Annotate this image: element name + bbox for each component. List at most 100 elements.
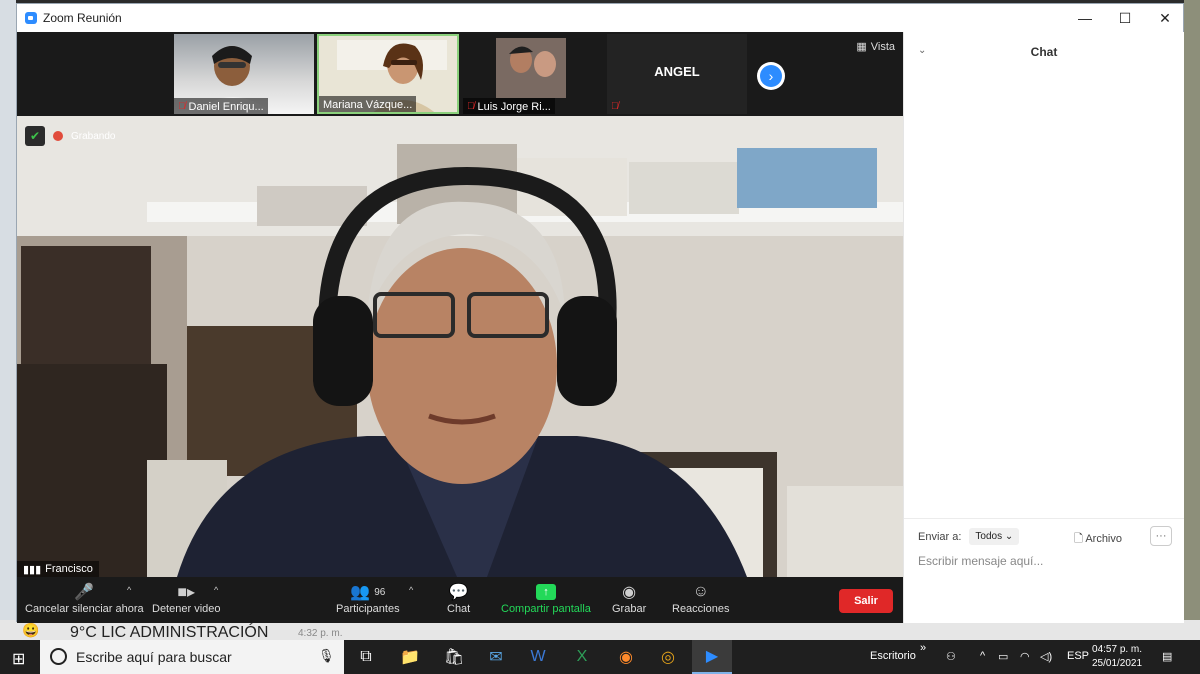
word-icon[interactable]: W — [518, 640, 558, 674]
participant-name: Luis Jorge Ri... — [477, 100, 551, 113]
hidden-icons-chevron-icon[interactable]: ^ — [980, 650, 985, 662]
send-to-dropdown[interactable]: Todos ⌄ — [969, 528, 1020, 545]
store-icon[interactable]: 🛍 — [434, 640, 474, 674]
cortana-icon — [50, 648, 67, 665]
record-dot-icon — [53, 131, 63, 141]
task-view-icon[interactable]: ⧉ — [346, 640, 386, 674]
maximize-button[interactable]: ☐ — [1105, 4, 1145, 32]
close-button[interactable]: ✕ — [1145, 4, 1185, 32]
stop-video-button[interactable]: ■▸ Detener video — [152, 581, 221, 615]
participants-button[interactable]: 👥 96 Participantes — [336, 581, 400, 615]
chevron-right-icon: › — [760, 65, 782, 87]
record-icon: ◉ — [622, 584, 637, 601]
minimize-button[interactable]: — — [1065, 4, 1105, 32]
chat-divider — [904, 518, 1184, 519]
participants-label: Participantes — [336, 603, 400, 615]
window-title: Zoom Reunión — [43, 11, 122, 25]
emoji-icon: 😀 — [22, 622, 40, 638]
firefox-icon[interactable]: ◉ — [606, 640, 646, 674]
excel-icon[interactable]: X — [562, 640, 602, 674]
view-button[interactable]: ▦ Vista — [856, 40, 895, 54]
windows-start-icon[interactable]: ⊞ — [12, 649, 25, 669]
battery-icon[interactable]: ▭ — [998, 650, 1008, 663]
unmute-label: Cancelar silenciar ahora — [25, 603, 144, 615]
participant-name-tag: Mariana Vázque... — [319, 96, 417, 112]
unmute-button[interactable]: 🎤 Cancelar silenciar ahora — [25, 581, 144, 615]
search-placeholder: Escribe aquí para buscar — [76, 649, 232, 665]
zoom-logo-icon — [25, 12, 37, 24]
notification-text: 9°C LIC ADMINISTRACIÓN — [70, 624, 269, 640]
grid-icon: ▦ — [856, 41, 867, 53]
mic-muted-icon: 🎙̸ — [467, 101, 475, 112]
participants-icon: 👥 96 — [350, 584, 386, 601]
leave-button[interactable]: Salir — [839, 589, 893, 613]
clock-time: 04:57 p. m. — [1092, 644, 1143, 655]
speaker-name-tag: ▮▮▮ Francisco — [17, 561, 99, 577]
participant-name-tag: 🎙̸ — [607, 98, 626, 114]
mail-icon[interactable]: ✉ — [476, 640, 516, 674]
toolbar-expand-icon[interactable]: » — [920, 642, 926, 654]
windows-taskbar: ⊞ Escribe aquí para buscar 🎙 ⧉ 📁 🛍 ✉ W X… — [0, 640, 1200, 674]
desktop-toolbar[interactable]: Escritorio — [870, 650, 916, 662]
notifications-icon[interactable]: ▤ — [1162, 650, 1172, 663]
mic-muted-icon: 🎤 — [74, 584, 95, 601]
chat-title: Chat — [1030, 45, 1058, 59]
participant-name-tag: 🎙̸ Luis Jorge Ri... — [463, 98, 555, 114]
participant-name-tag: 🎙̸ Daniel Enriqu... — [174, 98, 268, 114]
people-icon[interactable]: ⚇ — [946, 650, 956, 663]
video-camera-icon: ■▸ — [177, 584, 196, 601]
taskbar-search[interactable]: Escribe aquí para buscar 🎙 — [40, 640, 344, 674]
taskbar-clock[interactable]: 04:57 p. m. 25/01/2021 — [1092, 643, 1142, 671]
chat-message-input[interactable]: Escribir mensaje aquí... — [918, 554, 1043, 568]
main-speaker-video: ✔ Grabando ▮▮▮ Francisco — [17, 116, 903, 577]
participants-options-caret[interactable]: ^ — [409, 585, 413, 595]
participant-name: Mariana Vázque... — [323, 98, 413, 111]
chat-label: Chat — [447, 603, 471, 615]
participant-thumb-no-video[interactable]: ANGEL 🎙̸ — [607, 34, 747, 114]
file-icon: 🗋 — [1074, 533, 1083, 545]
recording-indicator: ✔ Grabando — [25, 126, 115, 146]
more-options-button[interactable]: ··· — [1150, 526, 1172, 546]
desktop-background-right — [1184, 0, 1200, 640]
send-to-label: Enviar a: — [918, 530, 962, 543]
file-button[interactable]: 🗋 Archivo — [1074, 530, 1122, 549]
signal-bars-icon: ▮▮▮ — [23, 563, 42, 576]
share-screen-button[interactable]: ↑ Compartir pantalla — [501, 581, 591, 615]
record-button[interactable]: ◉ Grabar — [612, 581, 646, 615]
chat-panel: ⌄ Chat Enviar a: Todos ⌄ 🗋 Archivo ··· E… — [903, 32, 1184, 623]
chat-bubble-icon: 💬 — [448, 584, 469, 601]
wifi-icon[interactable]: ◠ — [1020, 650, 1030, 663]
recording-label: Grabando — [71, 130, 116, 142]
meeting-toolbar: 🎤 Cancelar silenciar ahora ^ ■▸ Detener … — [17, 577, 903, 623]
participant-thumb[interactable]: 🎙̸ Daniel Enriqu... — [174, 34, 314, 114]
notification-time: 4:32 p. m. — [298, 628, 343, 639]
zoom-taskbar-icon[interactable]: ▶ — [692, 640, 732, 674]
chrome-icon[interactable]: ◎ — [648, 640, 688, 674]
mic-muted-icon: 🎙̸ — [611, 101, 619, 112]
meeting-area: 🎙̸ Daniel Enriqu... Mariana Vázque... 🎙̸… — [17, 32, 903, 623]
participants-count: 96 — [374, 586, 386, 598]
send-to-value: Todos — [975, 531, 1003, 542]
participant-name: Daniel Enriqu... — [188, 100, 264, 113]
volume-icon[interactable]: ◁) — [1040, 650, 1052, 663]
reactions-button[interactable]: ☺ Reacciones — [672, 581, 729, 615]
language-indicator[interactable]: ESP — [1067, 650, 1089, 662]
participant-thumb[interactable]: 🎙̸ Luis Jorge Ri... — [463, 34, 605, 114]
participant-thumb-active[interactable]: Mariana Vázque... — [317, 34, 459, 114]
shield-icon[interactable]: ✔ — [25, 126, 45, 146]
speaker-video-frame — [17, 116, 903, 577]
speaker-name: Francisco — [45, 563, 93, 575]
file-label: Archivo — [1085, 533, 1122, 545]
stop-video-label: Detener video — [152, 603, 221, 615]
mic-muted-icon: 🎙̸ — [178, 101, 186, 112]
microphone-icon[interactable]: 🎙 — [318, 648, 335, 664]
file-explorer-icon[interactable]: 📁 — [390, 640, 430, 674]
next-page-button[interactable]: › — [757, 62, 785, 90]
video-options-caret[interactable]: ^ — [214, 585, 218, 595]
audio-options-caret[interactable]: ^ — [127, 585, 131, 595]
send-to-row: Enviar a: Todos ⌄ — [918, 528, 1020, 545]
chat-button[interactable]: 💬 Chat — [447, 581, 470, 615]
clock-date: 25/01/2021 — [1092, 658, 1143, 669]
background-notification: 😀 9°C LIC ADMINISTRACIÓN 4:32 p. m. — [0, 620, 1200, 640]
share-screen-label: Compartir pantalla — [501, 603, 591, 615]
